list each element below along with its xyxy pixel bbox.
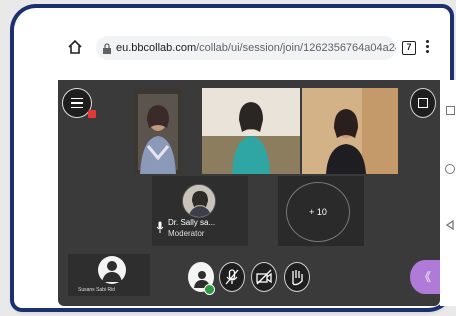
raise-hand-button[interactable] bbox=[284, 262, 310, 292]
url-path: /collab/ui/session/join/1262356764a04a24… bbox=[196, 42, 396, 54]
more-participants-count: + 10 bbox=[286, 182, 350, 242]
recents-icon[interactable] bbox=[446, 106, 455, 115]
self-avatar bbox=[98, 256, 126, 284]
video-tile-participant-1[interactable] bbox=[134, 88, 182, 174]
address-bar[interactable]: eu.bbcollab.com/collab/ui/session/join/1… bbox=[96, 36, 396, 60]
participant-3-video bbox=[302, 88, 398, 174]
speaker-avatar bbox=[182, 184, 216, 218]
back-icon[interactable] bbox=[445, 220, 455, 230]
more-vert-icon[interactable] bbox=[424, 39, 430, 57]
more-participants-tile[interactable]: + 10 bbox=[278, 176, 364, 246]
chevron-double-left-icon: 《 bbox=[418, 270, 431, 284]
layout-icon[interactable] bbox=[410, 88, 436, 118]
status-check-badge bbox=[204, 284, 215, 295]
notification-dot bbox=[88, 110, 96, 118]
video-tile-participant-2[interactable] bbox=[202, 88, 300, 174]
home-nav-icon[interactable] bbox=[445, 164, 455, 174]
active-speaker-tile[interactable]: Dr. Sally sa... Moderator bbox=[152, 176, 248, 246]
camera-off-icon bbox=[256, 269, 272, 285]
raise-hand-icon bbox=[292, 270, 303, 286]
speaker-role: Moderator bbox=[168, 229, 205, 238]
device-frame: eu.bbcollab.com/collab/ui/session/join/1… bbox=[14, 8, 456, 308]
video-tile-participant-3[interactable] bbox=[302, 88, 398, 174]
tabs-count-button[interactable]: 7 bbox=[402, 41, 416, 55]
collaborate-session-stage: Dr. Sally sa... Moderator + 10 Susans Sa… bbox=[58, 80, 440, 306]
participant-1-video bbox=[134, 88, 182, 174]
browser-toolbar: eu.bbcollab.com/collab/ui/session/join/1… bbox=[36, 30, 436, 70]
participant-2-video bbox=[202, 88, 300, 174]
mic-icon bbox=[156, 221, 164, 233]
speaker-name: Dr. Sally sa... bbox=[168, 218, 216, 227]
home-icon[interactable] bbox=[66, 38, 84, 56]
mic-off-icon bbox=[225, 269, 239, 285]
self-name-label: Susans Sabi Rid bbox=[78, 287, 115, 293]
self-view-tile[interactable]: Susans Sabi Rid bbox=[68, 254, 150, 296]
open-panel-button[interactable]: 《 bbox=[410, 260, 440, 294]
url-host: eu.bbcollab.com bbox=[116, 42, 197, 54]
lock-icon bbox=[103, 42, 111, 54]
toggle-video-button[interactable] bbox=[251, 262, 277, 292]
toggle-audio-button[interactable] bbox=[219, 262, 245, 292]
